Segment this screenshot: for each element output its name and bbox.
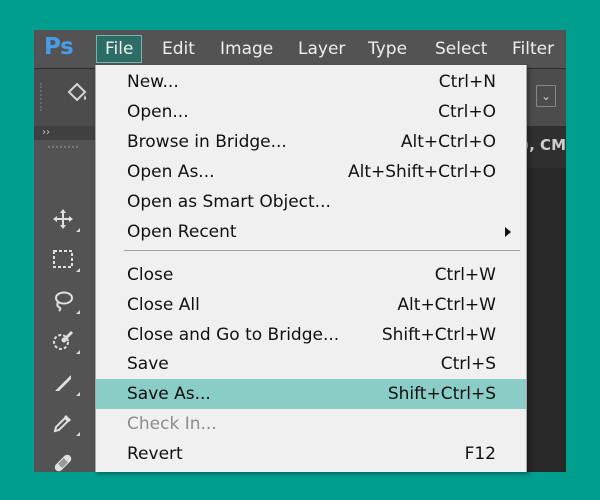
options-dropdown[interactable]: ⌄ (536, 85, 556, 107)
menu-item-open-as[interactable]: Open As... Alt+Shift+Ctrl+O (96, 157, 526, 187)
menu-file[interactable]: File (96, 35, 143, 63)
menu-item-save[interactable]: Save Ctrl+S (96, 349, 526, 379)
paint-bucket-icon[interactable] (62, 81, 92, 111)
menu-item-save-as[interactable]: Save As... Shift+Ctrl+S (96, 379, 526, 409)
menu-filter[interactable]: Filter (504, 36, 562, 62)
lasso-icon (55, 291, 73, 312)
eyedropper-icon (53, 415, 71, 433)
menu-item-close[interactable]: Close Ctrl+W (96, 260, 526, 290)
healing-brush-tool[interactable] (48, 448, 78, 472)
menu-item-close-and-go-to-bridge[interactable]: Close and Go to Bridge... Shift+Ctrl+W (96, 320, 526, 350)
collapse-icon[interactable]: ›› (42, 127, 50, 138)
marquee-tool[interactable] (48, 244, 80, 274)
menu-edit[interactable]: Edit (154, 36, 203, 62)
menu-item-revert[interactable]: Revert F12 (96, 439, 526, 469)
menu-item-close-all[interactable]: Close All Alt+Ctrl+W (96, 290, 526, 320)
menu-bar: Ps File Edit Image Layer Type Select Fil… (34, 30, 566, 68)
bandage-icon (54, 454, 72, 472)
quick-selection-tool[interactable] (48, 326, 80, 356)
tools-panel-grip[interactable] (48, 146, 78, 152)
menu-item-open-as-smart-object[interactable]: Open as Smart Object... (96, 187, 526, 217)
menu-item-open[interactable]: Open... Ctrl+O (96, 97, 526, 127)
crop-tool[interactable] (48, 368, 80, 398)
app-logo: Ps (44, 34, 74, 60)
options-bar-grip[interactable] (40, 83, 48, 111)
marquee-icon (53, 250, 73, 268)
menu-select[interactable]: Select (427, 36, 495, 62)
tools-panel-header[interactable]: ›› (34, 126, 96, 140)
menu-item-new[interactable]: New... Ctrl+N (96, 67, 526, 97)
lasso-tool[interactable] (48, 286, 80, 316)
move-tool[interactable] (48, 204, 80, 234)
menu-item-check-in: Check In... (127, 414, 217, 434)
submenu-arrow-icon (505, 227, 511, 237)
menu-separator (124, 250, 520, 251)
file-menu-dropdown: New... Ctrl+N Open... Ctrl+O Browse in B… (95, 65, 527, 472)
quick-selection-icon (53, 330, 74, 350)
chevron-down-icon: ⌄ (540, 89, 552, 103)
menu-item-browse-in-bridge[interactable]: Browse in Bridge... Alt+Ctrl+O (96, 127, 526, 157)
eyedropper-tool[interactable] (48, 408, 80, 438)
menu-item-open-recent[interactable]: Open Recent (96, 217, 526, 247)
menu-image[interactable]: Image (212, 36, 281, 62)
crop-icon (55, 375, 71, 391)
menu-type[interactable]: Type (360, 36, 415, 62)
tools-panel: ›› (34, 126, 97, 472)
move-icon (53, 209, 73, 229)
document-tab-title[interactable]: ), CM (522, 136, 566, 154)
menu-layer[interactable]: Layer (290, 36, 353, 62)
